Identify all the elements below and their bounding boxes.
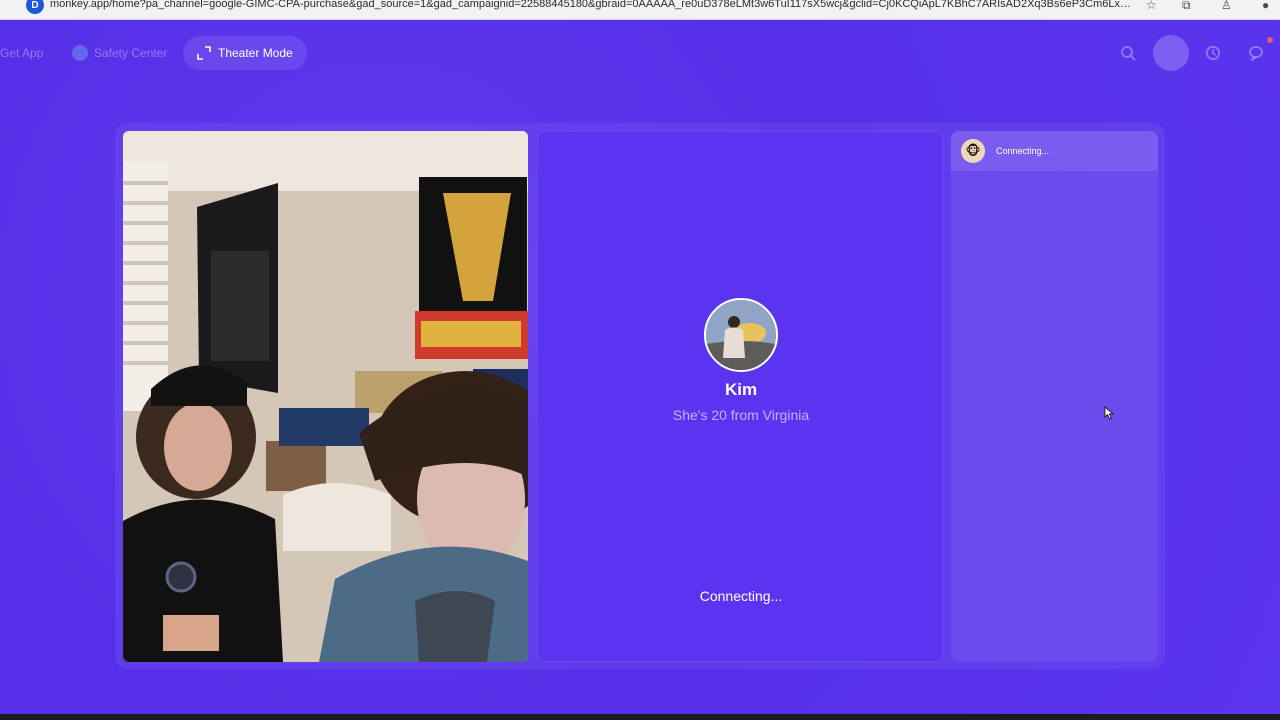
avatar[interactable]: ●	[1262, 0, 1269, 12]
theater-mode-button[interactable]: Theater Mode	[183, 36, 307, 70]
message-icon[interactable]	[1243, 40, 1269, 66]
theater-mode-label: Theater Mode	[218, 46, 293, 60]
history-icon[interactable]	[1200, 40, 1226, 66]
monkey-icon: 🐵	[961, 139, 985, 163]
crown-icon[interactable]	[1153, 35, 1189, 71]
get-app-link[interactable]: Get App	[0, 36, 43, 70]
shield-icon	[72, 45, 88, 61]
chat-header: 🐵 Connecting...	[951, 131, 1158, 171]
profile-icon[interactable]: ♙	[1221, 0, 1232, 12]
bottom-strip	[0, 714, 1280, 720]
local-camera-feed	[123, 131, 528, 662]
safety-center-label: Safety Center	[94, 46, 168, 60]
remote-user-bio: She's 20 from Virginia	[672, 407, 810, 423]
browser-address-bar: D monkey.app/home?pa_channel=google-GIMC…	[0, 0, 1280, 20]
remote-user-name: Kim	[724, 380, 758, 399]
mouse-cursor	[1104, 406, 1114, 420]
star-icon[interactable]: ☆	[1146, 0, 1157, 12]
remote-user-avatar	[704, 298, 778, 372]
chat-connection-status: Connecting...	[996, 146, 1050, 156]
safety-center-link[interactable]: Safety Center	[72, 36, 167, 70]
extensions-icon[interactable]: ⧉	[1182, 0, 1191, 13]
notification-badge	[1267, 37, 1273, 43]
url-field[interactable]: monkey.app/home?pa_channel=google-GIMC-C…	[50, 0, 1135, 10]
remote-user-panel: Kim She's 20 from Virginia Connecting...	[537, 131, 943, 662]
expand-icon	[197, 46, 211, 60]
connection-status: Connecting...	[699, 588, 783, 604]
site-icon: D	[26, 0, 44, 14]
main-page: Get App Safety Center Theater Mode Kim S…	[0, 20, 1280, 714]
chat-panel: 🐵 Connecting...	[951, 131, 1158, 662]
search-icon[interactable]	[1115, 40, 1141, 66]
get-app-label: Get App	[0, 46, 44, 60]
